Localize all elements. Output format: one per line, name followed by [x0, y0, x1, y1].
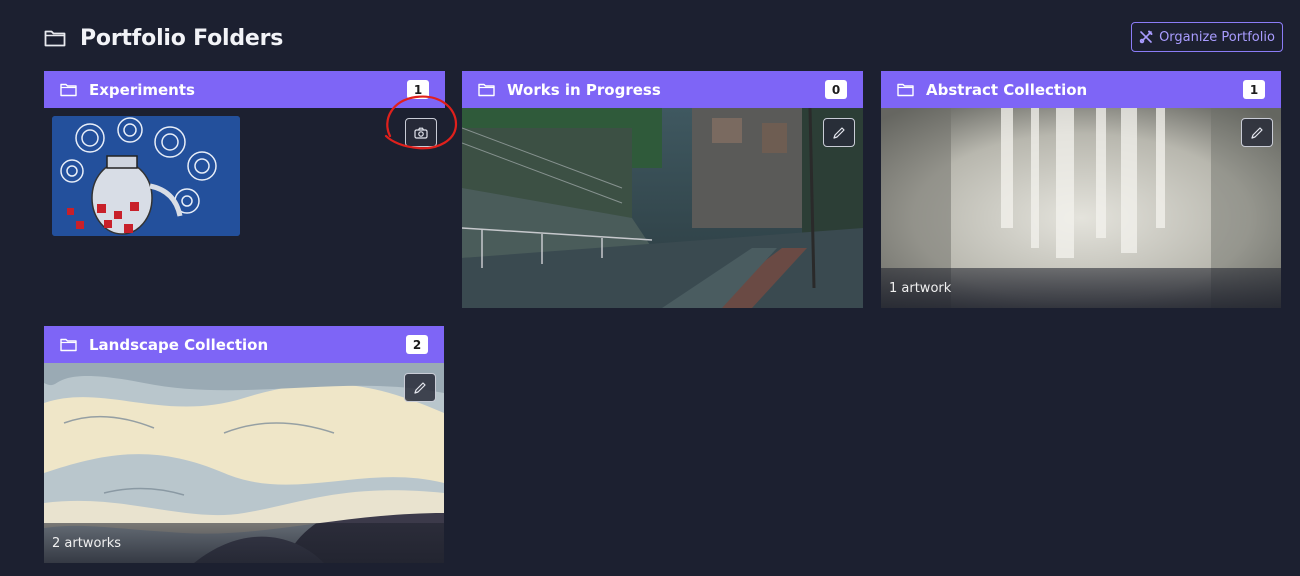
camera-icon: [414, 127, 428, 139]
edit-button[interactable]: [823, 118, 855, 147]
artwork-count-badge: 2: [406, 335, 428, 354]
pencil-icon: [1251, 126, 1263, 139]
cover-artwork[interactable]: [462, 108, 863, 308]
folder-card-body: [462, 108, 863, 308]
page-title: Portfolio Folders: [80, 25, 284, 51]
page-header: Portfolio Folders: [44, 22, 283, 54]
folder-card-experiments[interactable]: Experiments 1: [44, 71, 445, 236]
tools-icon: [1139, 30, 1153, 44]
folder-card-abstract-collection[interactable]: Abstract Collection 1 1 artwork: [881, 71, 1281, 308]
folder-icon: [60, 83, 77, 96]
folder-card-header[interactable]: Landscape Collection 2: [44, 326, 444, 363]
pencil-icon: [414, 381, 426, 394]
folder-card-header[interactable]: Abstract Collection 1: [881, 71, 1281, 108]
folder-card-body: 1 artwork: [881, 108, 1281, 308]
edit-button[interactable]: [404, 373, 436, 402]
artwork-count-badge: 1: [1243, 80, 1265, 99]
organize-portfolio-button[interactable]: Organize Portfolio: [1131, 22, 1283, 52]
folder-icon: [44, 30, 66, 47]
organize-portfolio-label: Organize Portfolio: [1159, 29, 1275, 45]
folder-card-header[interactable]: Works in Progress 0: [462, 71, 863, 108]
artwork-count-badge: 0: [825, 80, 847, 99]
folder-card-body: [44, 108, 445, 236]
folder-card-header[interactable]: Experiments 1: [44, 71, 445, 108]
folder-icon: [478, 83, 495, 96]
folder-card-body: 2 artworks: [44, 363, 444, 563]
camera-button[interactable]: [405, 118, 437, 147]
pencil-icon: [833, 126, 845, 139]
folder-name: Abstract Collection: [926, 80, 1088, 99]
folder-card-works-in-progress[interactable]: Works in Progress 0: [462, 71, 863, 308]
artwork-count-badge: 1: [407, 80, 429, 99]
artwork-count-caption: 2 artworks: [44, 523, 444, 563]
folder-name: Experiments: [89, 80, 195, 99]
folder-name: Works in Progress: [507, 80, 661, 99]
folder-icon: [60, 338, 77, 351]
folder-name: Landscape Collection: [89, 335, 269, 354]
artwork-count-caption: 1 artwork: [881, 268, 1281, 308]
artwork-thumbnail[interactable]: [52, 116, 240, 236]
edit-button[interactable]: [1241, 118, 1273, 147]
folder-icon: [897, 83, 914, 96]
folder-card-landscape-collection[interactable]: Landscape Collection 2 2 artworks: [44, 326, 444, 563]
